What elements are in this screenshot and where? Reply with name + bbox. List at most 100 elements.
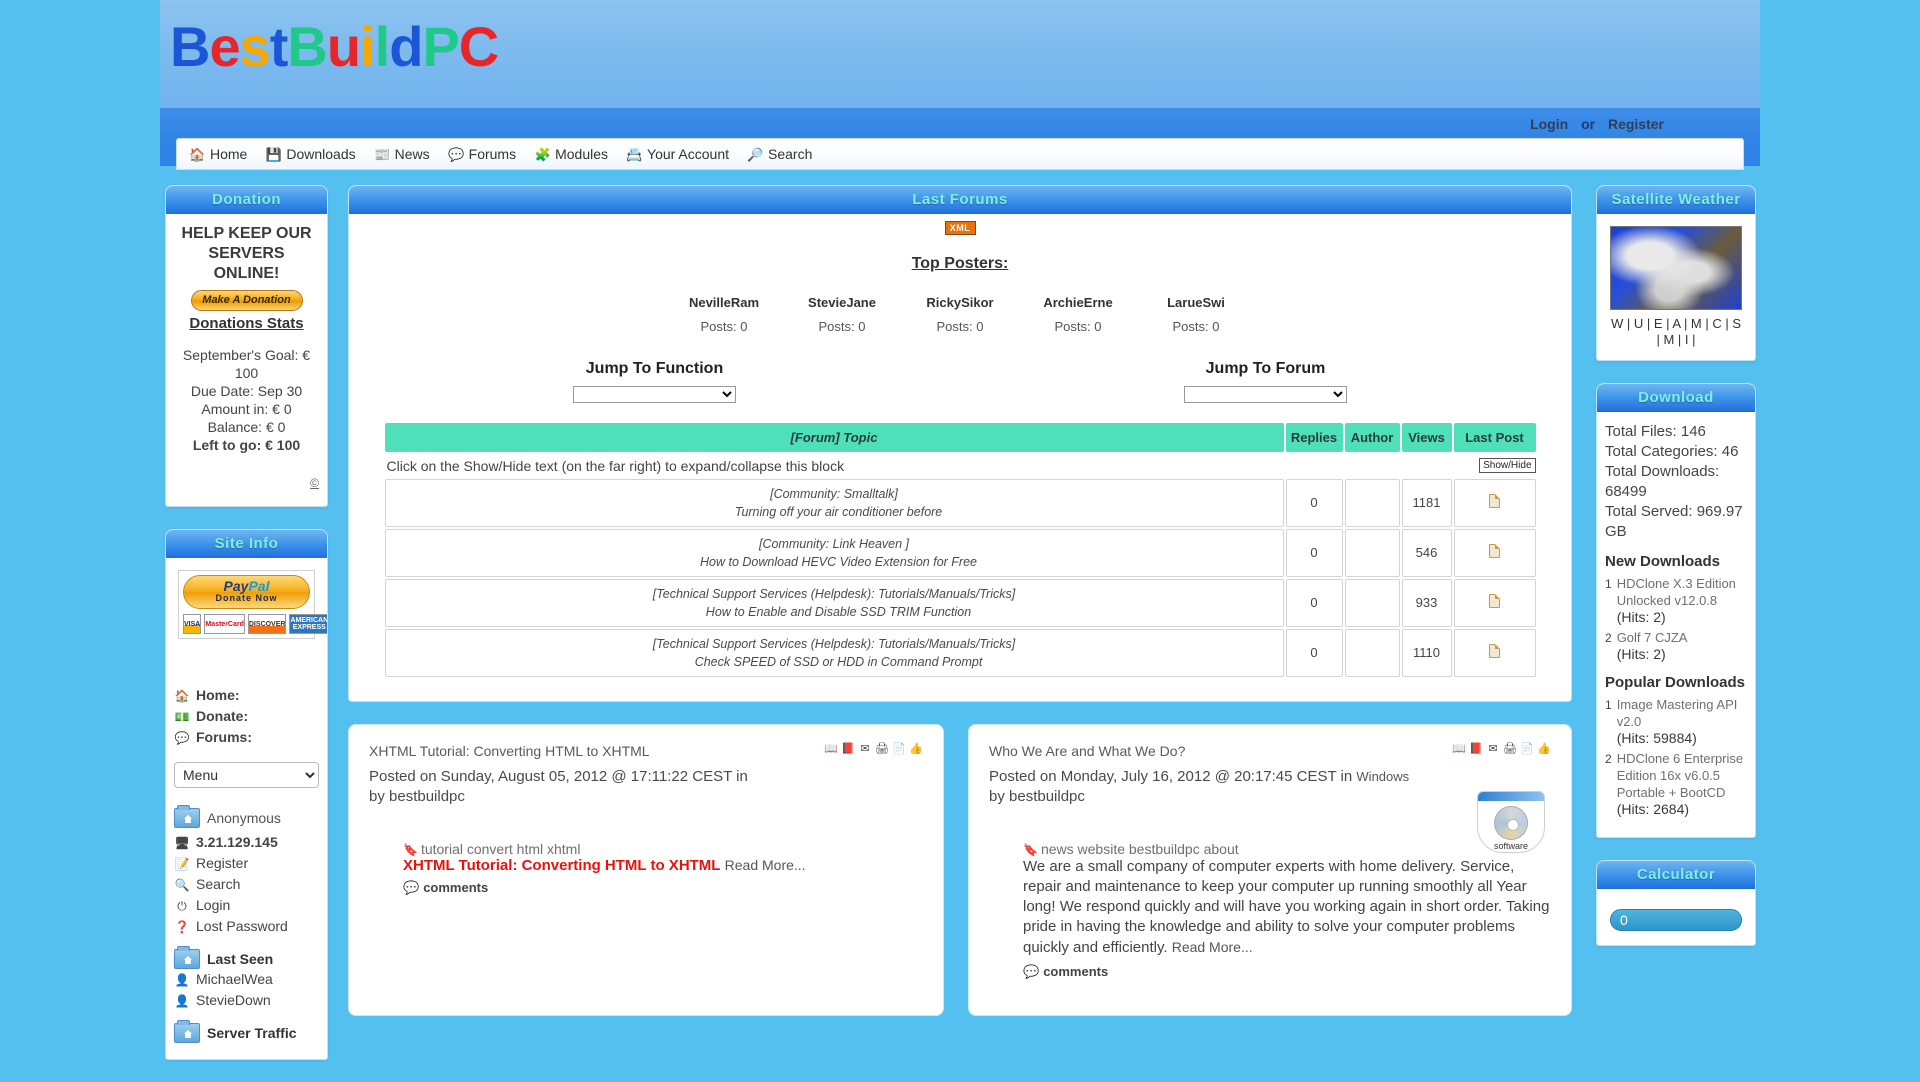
copyright-icon[interactable]: ©: [174, 476, 319, 490]
book-icon[interactable]: 📖: [1452, 743, 1466, 756]
row-topic-title[interactable]: Turning off your air conditioner before: [394, 503, 1275, 521]
article-tags-text[interactable]: news website bestbuildpc about: [1041, 841, 1239, 857]
satellite-links-line1[interactable]: W | U | E | A | M | C | S: [1603, 316, 1749, 332]
top-poster-name[interactable]: ArchieErne: [1019, 295, 1137, 310]
register-link[interactable]: Register: [1608, 116, 1664, 132]
new-download-name[interactable]: HDClone X.3 Edition Unlocked v12.0.8: [1617, 576, 1736, 608]
show-hide-button[interactable]: Show/Hide: [1479, 458, 1536, 473]
satellite-links-line2[interactable]: | M | I |: [1603, 332, 1749, 348]
menu-select[interactable]: Menu: [174, 762, 319, 788]
xml-feed-badge[interactable]: XML: [944, 221, 976, 235]
article-read-more[interactable]: Read More...: [725, 857, 806, 873]
pdf-icon[interactable]: 📕: [841, 743, 855, 756]
row-topic-title[interactable]: How to Download HEVC Video Extension for…: [394, 553, 1275, 571]
col-last-post[interactable]: Last Post: [1453, 422, 1536, 452]
print-icon[interactable]: 🖨: [1503, 743, 1517, 756]
last-post-icon[interactable]: [1489, 644, 1500, 658]
cell-last-post[interactable]: [1453, 578, 1536, 627]
nav-item-news[interactable]: 📰 News: [370, 146, 444, 163]
cell-last-post[interactable]: [1453, 478, 1536, 527]
paypal-donate-button[interactable]: PayPal Donate Now: [183, 575, 310, 609]
account-link-login[interactable]: ⏻ Login: [174, 895, 319, 916]
top-poster[interactable]: StevieJane Posts: 0: [783, 295, 901, 334]
account-link-lost-password[interactable]: ❓ Lost Password: [174, 916, 319, 937]
account-link-register[interactable]: 📝 Register: [174, 853, 319, 874]
col-views[interactable]: Views: [1401, 422, 1452, 452]
page-icon[interactable]: 📄: [1520, 743, 1534, 756]
cell-forum-topic[interactable]: [Community: Link Heaven ] How to Download…: [384, 528, 1284, 577]
table-row[interactable]: [Technical Support Services (Helpdesk): …: [384, 628, 1536, 677]
nav-item-forums[interactable]: 💬 Forums: [444, 146, 530, 163]
top-poster[interactable]: LarueSwi Posts: 0: [1137, 295, 1255, 334]
top-poster-name[interactable]: NevilleRam: [665, 295, 783, 310]
account-link-search[interactable]: 🔍 Search: [174, 874, 319, 895]
popular-download-name[interactable]: HDClone 6 Enterprise Edition 16x v6.0.5 …: [1617, 751, 1743, 800]
site-info-link-forums[interactable]: 💬 Forums:: [174, 727, 319, 748]
new-download-item[interactable]: 1 HDClone X.3 Edition Unlocked v12.0.8 (Hi…: [1605, 575, 1747, 626]
nav-item-downloads[interactable]: 💾 Downloads: [261, 146, 369, 163]
table-row[interactable]: [Community: Smalltalk] Turning off your a…: [384, 478, 1536, 527]
top-poster[interactable]: ArchieErne Posts: 0: [1019, 295, 1137, 334]
article-comments[interactable]: 💬 comments: [1023, 964, 1551, 980]
cell-forum-topic[interactable]: [Technical Support Services (Helpdesk): …: [384, 628, 1284, 677]
book-icon[interactable]: 📖: [824, 743, 838, 756]
col-author[interactable]: Author: [1344, 422, 1400, 452]
paypal-donate-box[interactable]: PayPal Donate Now VISA MasterCard DISCOV…: [178, 570, 327, 639]
jump-to-function-select[interactable]: [573, 385, 736, 403]
cell-last-post[interactable]: [1453, 628, 1536, 677]
last-seen-user[interactable]: 👤 MichaelWea: [174, 969, 319, 990]
popular-download-item[interactable]: 2 HDClone 6 Enterprise Edition 16x v6.0.5…: [1605, 750, 1747, 818]
article-read-more[interactable]: Read More...: [1172, 939, 1253, 955]
last-seen-title: Last Seen: [207, 951, 274, 967]
article-category[interactable]: Windows: [1356, 769, 1409, 784]
jump-to-forum-label: Jump To Forum: [1205, 360, 1326, 377]
nav-item-home[interactable]: 🏠 Home: [185, 146, 261, 163]
nav-item-search[interactable]: 🔎 Search: [743, 146, 826, 163]
email-icon[interactable]: ✉: [858, 743, 872, 756]
make-a-donation-button[interactable]: Make A Donation: [190, 290, 303, 311]
thumbs-up-icon[interactable]: 👍: [1537, 743, 1551, 756]
site-logo[interactable]: BestBuildPC: [170, 14, 499, 79]
email-icon[interactable]: ✉: [1486, 743, 1500, 756]
donations-stats-link[interactable]: Donations Stats: [174, 315, 319, 332]
new-download-name[interactable]: Golf 7 CJZA: [1617, 630, 1688, 645]
site-info-link-home[interactable]: 🏠 Home:: [174, 685, 319, 706]
article-comments[interactable]: 💬 comments: [403, 880, 923, 896]
last-post-icon[interactable]: [1489, 594, 1500, 608]
table-row[interactable]: [Community: Link Heaven ] How to Download…: [384, 528, 1536, 577]
new-download-item[interactable]: 2 Golf 7 CJZA (Hits: 2): [1605, 629, 1747, 663]
row-topic-title[interactable]: Check SPEED of SSD or HDD in Command Pro…: [394, 653, 1275, 671]
last-post-icon[interactable]: [1489, 544, 1500, 558]
cell-forum-topic[interactable]: [Community: Smalltalk] Turning off your a…: [384, 478, 1284, 527]
popular-download-rank: 2: [1605, 752, 1612, 766]
last-seen-user[interactable]: 👤 StevieDown: [174, 990, 319, 1011]
col-replies[interactable]: Replies: [1285, 422, 1343, 452]
print-icon[interactable]: 🖨: [875, 743, 889, 756]
page-icon[interactable]: 📄: [892, 743, 906, 756]
col-forum-topic[interactable]: [Forum] Topic: [384, 422, 1284, 452]
article-headline-link[interactable]: XHTML Tutorial: Converting HTML to XHTML: [403, 857, 720, 874]
top-poster-name[interactable]: LarueSwi: [1137, 295, 1255, 310]
pdf-icon[interactable]: 📕: [1469, 743, 1483, 756]
top-poster-name[interactable]: StevieJane: [783, 295, 901, 310]
cell-last-post[interactable]: [1453, 528, 1536, 577]
nav-item-modules[interactable]: 🧩 Modules: [530, 146, 622, 163]
calculator-display[interactable]: 0: [1610, 909, 1742, 931]
top-poster[interactable]: RickySikor Posts: 0: [901, 295, 1019, 334]
nav-item-your-account[interactable]: 📇 Your Account: [622, 146, 743, 163]
cell-forum-topic[interactable]: [Technical Support Services (Helpdesk): …: [384, 578, 1284, 627]
last-post-icon[interactable]: [1489, 494, 1500, 508]
top-poster-name[interactable]: RickySikor: [901, 295, 1019, 310]
article-tags-text[interactable]: tutorial convert html xhtml: [421, 841, 581, 857]
thumbs-up-icon[interactable]: 👍: [909, 743, 923, 756]
site-info-link-donate[interactable]: 💵 Donate:: [174, 706, 319, 727]
newspaper-icon: 📰: [374, 146, 391, 162]
jump-to-forum-select[interactable]: [1184, 385, 1347, 403]
table-row[interactable]: [Technical Support Services (Helpdesk): …: [384, 578, 1536, 627]
satellite-map-image[interactable]: [1610, 226, 1742, 310]
popular-download-item[interactable]: 1 Image Mastering API v2.0 (Hits: 59884): [1605, 696, 1747, 747]
popular-download-name[interactable]: Image Mastering API v2.0: [1617, 697, 1738, 729]
login-link[interactable]: Login: [1530, 116, 1568, 132]
row-topic-title[interactable]: How to Enable and Disable SSD TRIM Funct…: [394, 603, 1275, 621]
top-poster[interactable]: NevilleRam Posts: 0: [665, 295, 783, 334]
